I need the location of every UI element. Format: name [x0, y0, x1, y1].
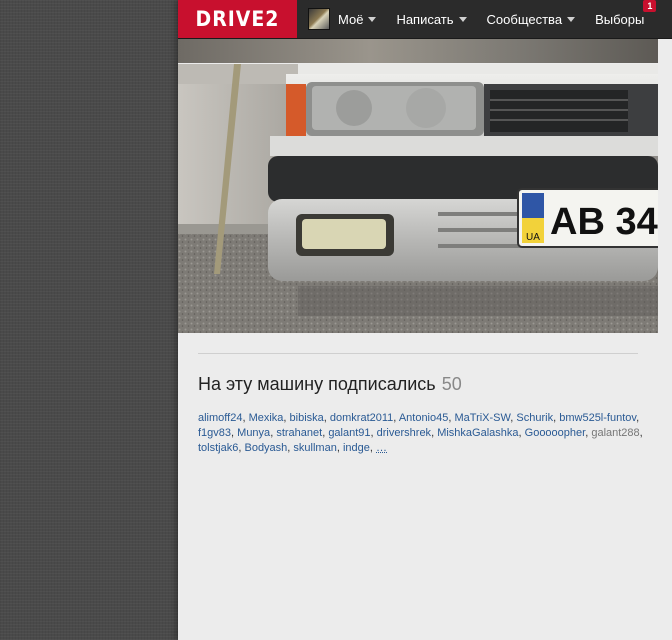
user-avatar-icon[interactable] — [308, 8, 330, 30]
subscriber-link[interactable]: MishkaGalashka — [437, 427, 518, 439]
subscribers-heading: На эту машину подписались 50 — [198, 374, 462, 395]
subscriber-link[interactable]: Schurik — [516, 412, 553, 424]
subscriber-link[interactable]: domkrat2011 — [330, 412, 393, 424]
car-photo[interactable]: UA AB 34 — [178, 64, 658, 333]
subscriber-link[interactable]: Bodyash — [244, 442, 287, 454]
subscriber-link[interactable]: galant91 — [328, 427, 370, 439]
nav-label: Написать — [396, 11, 454, 27]
subscriber-link[interactable]: drivershrek — [377, 427, 431, 439]
nav-item-moe[interactable]: Моё — [338, 11, 377, 27]
nav-label: Выборы — [595, 11, 645, 27]
subscriber-link[interactable]: skullman — [293, 442, 336, 454]
car-photo-image: UA AB 34 — [178, 64, 658, 333]
subscriber-link[interactable]: Munya — [237, 427, 270, 439]
notification-badge: 1 — [643, 0, 657, 12]
subscriber-link[interactable]: strahanet — [276, 427, 322, 439]
subscriber-link[interactable]: Antonio45 — [399, 412, 449, 424]
nav-item-soobshchestva[interactable]: Сообщества — [487, 12, 576, 27]
nav-label: Моё — [338, 11, 364, 27]
chevron-down-icon — [368, 16, 377, 22]
previous-photo-strip[interactable] — [178, 38, 658, 63]
subscriber-link[interactable]: bibiska — [290, 412, 324, 424]
subscriber-link[interactable]: galant288 — [591, 427, 639, 439]
section-divider — [198, 353, 638, 354]
plate-region-code: UA — [526, 232, 540, 243]
subscriber-link[interactable]: f1gv83 — [198, 427, 231, 439]
show-more-subscribers-link[interactable]: … — [376, 442, 387, 454]
nav-item-napisat[interactable]: Написать — [396, 11, 467, 27]
top-navigation: DRIVE2 Моё Написать Сообщества Выборы 1 — [178, 0, 672, 39]
nav-label: Сообщества — [486, 11, 563, 27]
plate-number: AB 34 — [550, 201, 658, 243]
subscribers-title: На эту машину подписались — [198, 374, 436, 394]
drive2-logo[interactable]: DRIVE2 — [178, 0, 297, 38]
subscriber-link[interactable]: Gooooopher — [525, 427, 586, 439]
subscriber-link[interactable]: tolstjak6 — [198, 442, 238, 454]
subscriber-link[interactable]: MaTriX-SW — [454, 412, 510, 424]
chevron-down-icon — [458, 16, 467, 22]
subscriber-link[interactable]: indge — [343, 442, 370, 454]
subscribers-list: alimoff24, Mexika, bibiska, domkrat2011,… — [198, 412, 643, 454]
subscribers-count[interactable]: 50 — [442, 374, 462, 394]
subscriber-link[interactable]: alimoff24 — [198, 412, 242, 424]
chevron-down-icon — [567, 16, 576, 22]
nav-item-vybory[interactable]: Выборы 1 — [595, 0, 657, 27]
subscriber-link[interactable]: Mexika — [249, 412, 284, 424]
subscriber-link[interactable]: bmw525l-funtov — [559, 412, 636, 424]
